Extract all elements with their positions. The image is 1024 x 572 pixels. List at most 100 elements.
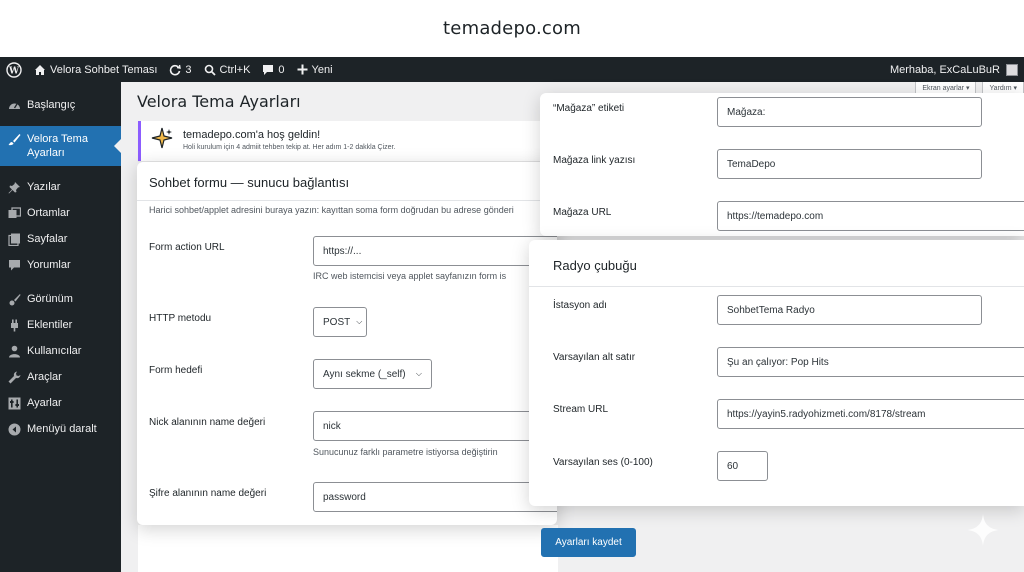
nick-name-label: Nick alanının name değeri	[149, 417, 266, 428]
sidebar-item-theme-settings[interactable]: Velora Tema Ayarları	[0, 126, 121, 166]
sidebar-item-label: Yazılar	[27, 181, 61, 193]
form-target-select[interactable]: Aynı sekme (_self) ⌵	[313, 359, 432, 389]
collapse-icon	[7, 422, 21, 436]
background-panel	[138, 525, 558, 572]
welcome-notice: temadepo.com'a hoş geldin! Holi kurulum …	[138, 121, 558, 161]
store-settings-card: “Mağaza” etiketi Mağaza: Mağaza link yaz…	[540, 93, 1024, 236]
brush-icon	[7, 132, 21, 146]
card-divider	[137, 200, 557, 201]
site-caption-text: temadepo.com	[443, 18, 581, 39]
sparkle-icon	[151, 127, 173, 149]
form-target-value: Aynı sekme (_self)	[323, 368, 406, 380]
sidebar-item-plugins[interactable]: Eklentiler	[0, 312, 121, 338]
my-account-menu[interactable]: Merhaba, ExCaLuBuR	[889, 63, 1024, 76]
sidebar-item-settings[interactable]: Ayarlar	[0, 390, 121, 416]
card-title: Sohbet formu — sunucu bağlantısı	[149, 175, 350, 190]
plugins-icon	[7, 318, 21, 332]
new-content-menu[interactable]: Yeni	[291, 57, 339, 82]
sidebar-item-label: Sayfalar	[27, 233, 68, 245]
pin-icon	[7, 180, 21, 194]
admin-bar: W Velora Sohbet Teması 3 Ctrl+K 0 Yeni M…	[0, 57, 1024, 82]
sidebar-item-dashboard[interactable]: Başlangıç	[0, 92, 121, 118]
sidebar-item-appearance[interactable]: Görünüm	[0, 286, 121, 312]
default-subline-label: Varsayılan alt satır	[553, 352, 636, 363]
sparkle-watermark-icon	[967, 514, 999, 546]
password-name-input[interactable]: password	[313, 482, 557, 512]
chat-form-settings-card: Sohbet formu — sunucu bağlantısı Harici …	[137, 162, 557, 525]
station-name-input[interactable]: SohbetTema Radyo	[717, 295, 982, 325]
save-settings-button[interactable]: Ayarları kaydet	[541, 528, 636, 557]
site-name-link[interactable]: Velora Sohbet Teması	[28, 57, 163, 82]
wordpress-logo-button[interactable]: W	[0, 57, 28, 82]
http-method-label: HTTP metodu	[149, 313, 212, 324]
form-action-url-input[interactable]: https://...	[313, 236, 557, 266]
http-method-select[interactable]: POST ⌵	[313, 307, 367, 337]
sidebar-item-label: Ortamlar	[27, 207, 70, 219]
http-method-value: POST	[323, 316, 351, 328]
store-url-input[interactable]: https://temadepo.com	[717, 201, 1024, 231]
sidebar-item-label: Kullanıcılar	[27, 345, 82, 357]
notice-title: temadepo.com'a hoş geldin!	[183, 129, 321, 141]
tools-icon	[7, 370, 21, 384]
sidebar-item-label: Yorumlar	[27, 259, 71, 271]
form-action-hint: IRC web istemcisi veya applet sayfanızın…	[313, 271, 507, 281]
command-search-button[interactable]: Ctrl+K	[198, 57, 257, 82]
store-label-label: “Mağaza” etiketi	[553, 103, 625, 114]
new-content-label: Yeni	[311, 63, 333, 76]
admin-sidebar: Başlangıç Velora Tema Ayarları Yazılar O…	[0, 82, 121, 572]
store-url-label: Mağaza URL	[553, 207, 612, 218]
sidebar-item-label: Başlangıç	[27, 99, 76, 111]
password-name-label: Şifre alanının name değeri	[149, 488, 267, 499]
settings-icon	[7, 396, 21, 410]
sidebar-item-pages[interactable]: Sayfalar	[0, 226, 121, 252]
chevron-down-icon: ⌵	[415, 369, 422, 378]
nick-name-hint: Sunucunuz farklı parametre istiyorsa değ…	[313, 447, 498, 457]
store-link-text-input[interactable]: TemaDepo	[717, 149, 982, 179]
dashboard-icon	[7, 98, 21, 112]
default-volume-label: Varsayılan ses (0-100)	[553, 457, 653, 468]
media-icon	[7, 206, 21, 220]
sidebar-item-users[interactable]: Kullanıcılar	[0, 338, 121, 364]
sidebar-item-media[interactable]: Ortamlar	[0, 200, 121, 226]
sidebar-item-comments[interactable]: Yorumlar	[0, 252, 121, 278]
sidebar-item-label: Velora Tema Ayarları	[27, 133, 88, 159]
comments-count: 0	[278, 63, 285, 76]
users-icon	[7, 344, 21, 358]
default-volume-input[interactable]: 60	[717, 451, 768, 481]
greeting-text: Merhaba, ExCaLuBuR	[889, 63, 1000, 76]
sidebar-item-label: Menüyü daralt	[27, 423, 97, 435]
stream-url-label: Stream URL	[553, 404, 609, 415]
default-subline-input[interactable]: Şu an çalıyor: Pop Hits	[717, 347, 1024, 377]
form-action-label: Form action URL	[149, 242, 225, 253]
comment-icon	[263, 64, 274, 75]
form-target-label: Form hedefi	[149, 365, 203, 376]
updates-link[interactable]: 3	[163, 57, 197, 82]
comments-link[interactable]: 0	[256, 57, 290, 82]
store-link-text-label: Mağaza link yazısı	[553, 155, 636, 166]
avatar	[1006, 63, 1018, 76]
search-shortcut-label: Ctrl+K	[219, 63, 251, 76]
pages-icon	[7, 232, 21, 246]
sidebar-item-posts[interactable]: Yazılar	[0, 174, 121, 200]
svg-text:W: W	[8, 66, 20, 76]
stream-url-input[interactable]: https://yayin5.radyohizmeti.com/8178/str…	[717, 399, 1024, 429]
site-name-label: Velora Sohbet Teması	[50, 63, 158, 76]
wordpress-icon: W	[6, 61, 22, 78]
card-description: Harici sohbet/applet adresini buraya yaz…	[149, 205, 514, 215]
sidebar-item-label: Eklentiler	[27, 319, 73, 331]
chevron-down-icon: ⌵	[356, 317, 363, 326]
sidebar-item-label: Ayarlar	[27, 397, 62, 409]
station-name-label: İstasyon adı	[553, 300, 607, 311]
store-label-input[interactable]: Mağaza:	[717, 97, 982, 127]
notice-subtitle: Holi kurulum için 4 admiit tehben tekip …	[183, 144, 396, 151]
sidebar-item-label: Araçlar	[27, 371, 62, 383]
comments-icon	[7, 258, 21, 272]
sidebar-item-tools[interactable]: Araçlar	[0, 364, 121, 390]
browser-site-caption: temadepo.com	[0, 0, 1024, 57]
home-icon	[35, 64, 45, 75]
appearance-icon	[7, 292, 21, 306]
radio-bar-card: Radyo çubuğu İstasyon adı SohbetTema Rad…	[529, 240, 1024, 506]
updates-count: 3	[185, 63, 192, 76]
nick-name-input[interactable]: nick	[313, 411, 557, 441]
sidebar-collapse-menu[interactable]: Menüyü daralt	[0, 416, 121, 442]
